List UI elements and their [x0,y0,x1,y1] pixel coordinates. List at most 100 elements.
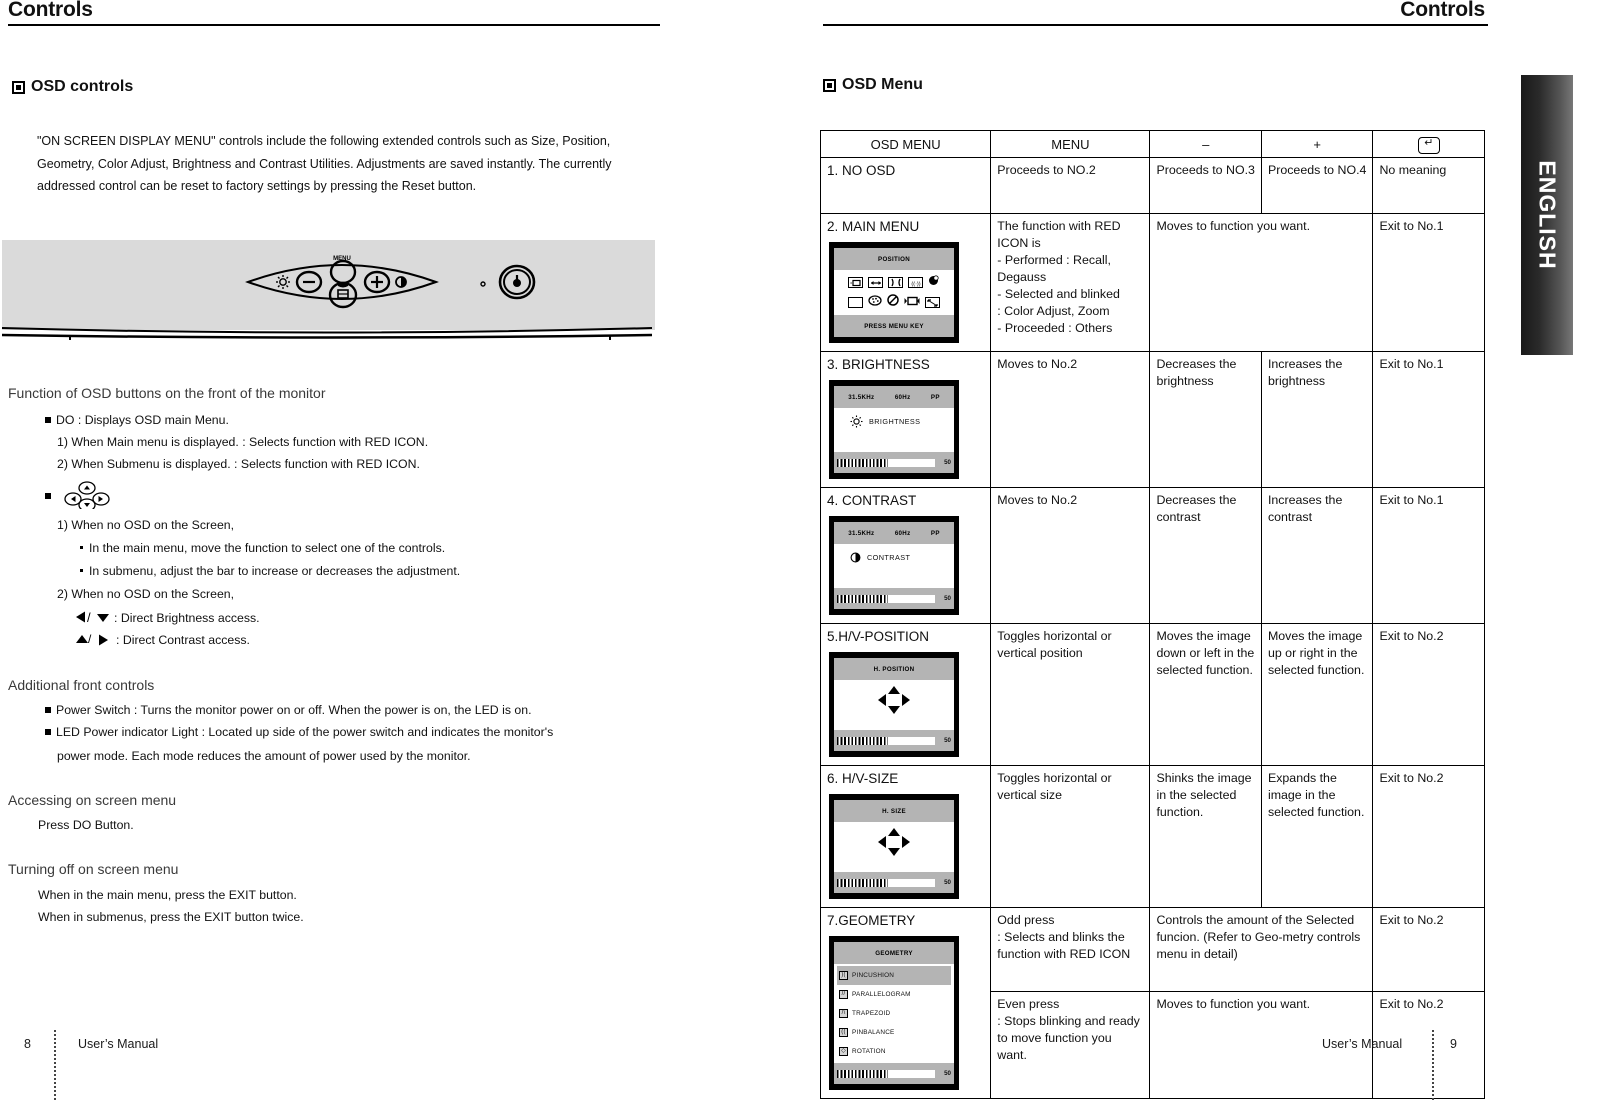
line-direct-brightness: / : Direct Brightness access. [76,609,260,628]
square-bullet-icon [45,493,51,499]
row-label-main-menu: 2. MAIN MENU [827,219,920,234]
osd-slider-fill [837,1069,888,1078]
geometry-list-item: ((PINBALANCE [837,1023,951,1042]
osd-geometry-list: )(PINCUSHION //PARALLELOGRAM /\ TRAPEZOID… [834,964,954,1063]
cell-enter-contrast: Exit to No.1 [1372,487,1485,624]
osd-slider-fill [837,878,888,887]
osd-status-freq-v: 60Hz [894,529,911,537]
line-submenu-adjust: In submenu, adjust the bar to increase o… [80,562,460,581]
language-side-tab: ENGLISH [1521,75,1573,355]
monitor-base-lip [1,327,653,340]
degauss-icon [928,274,940,291]
osd-status-freq-h: 31.5KHz [848,393,875,401]
row-label-brightness: 3. BRIGHTNESS [827,357,930,372]
osd-slider-fill [837,594,888,603]
left-down-arrow-icons: / [76,610,109,625]
osd-screenshot-contrast: 31.5KHz 60Hz PP CONTRAST 50 [829,516,959,615]
cell-minus-no-osd: Proceeds to NO.3 [1149,157,1262,214]
h-size-icon [868,277,883,288]
osd-footer-press-menu-key: PRESS MENU KEY [834,315,954,337]
enter-key-icon: ↵ [1417,137,1440,154]
group-heading-osd-buttons: Function of OSD buttons on the front of … [8,385,326,401]
svg-text:((·)): ((·)) [911,281,920,287]
cell-minus-contrast: Decreases the contrast [1149,487,1262,624]
recall-icon [887,294,899,311]
color-adjust-icon [868,294,882,311]
led-indicator-icon [480,281,486,287]
osd-status-bar-brightness: 31.5KHz 60Hz PP [834,386,954,408]
left-footer-manual-label: User’s Manual [78,1037,159,1051]
osd-slider-contrast: 50 [834,588,954,609]
line-press-do: Press DO Button. [38,818,134,832]
monitor-front-panel-illustration: MENU [2,240,655,330]
osd-slider-track [837,594,935,603]
up-arrow-icon [888,828,900,836]
square-bullet-icon [12,80,25,94]
osd-slider-fill [837,736,888,745]
square-bullet-icon [45,417,51,423]
col-header-menu: MENU [990,130,1151,158]
osd-label-contrast: CONTRAST [867,553,911,562]
row-label-contrast: 4. CONTRAST [827,493,917,508]
col-header-enter: ↵ [1372,130,1485,158]
osd-status-polarity: PP [930,393,940,401]
line-submenu-displayed: 2) When Submenu is displayed. : Selects … [57,457,420,471]
h-position-icon [848,277,863,288]
osd-icon-row-2 [848,294,940,311]
svg-text:/: / [88,632,92,646]
cell-enter-hv-position: Exit to No.2 [1372,623,1485,766]
cell-menu-geometry-odd: Odd press : Selects and blinks the funct… [990,907,1151,992]
osd-slider-geometry: 50 [834,1063,954,1084]
row-label-no-osd: 1. NO OSD [819,157,992,214]
arrow-keypad-icon-block [45,481,114,512]
pinbalance-icon: (( [839,1028,848,1037]
line-exit-main-menu: When in the main menu, press the EXIT bu… [38,888,297,902]
osd-screenshot-hv-position: H. POSITION 50 [829,652,959,757]
parallelogram-icon: // [839,990,848,999]
sun-icon [850,415,863,428]
osd-slider-track [837,878,935,887]
line-direct-contrast: / : Direct Contrast access. [76,631,250,650]
geometry-list-item: ◇ ROTATION [837,1042,951,1061]
osd-arrow-pad [838,827,950,857]
dot-bullet-icon [80,569,83,572]
cell-minus-hv-size: Shinks the image in the selected functio… [1149,765,1262,908]
cell-plus-contrast: Increases the contrast [1260,487,1374,624]
cell-minus-hv-position: Moves the image down or left in the sele… [1149,623,1262,766]
row-label-geometry: 7.GEOMETRY [827,913,916,928]
right-header-rule [823,24,1488,26]
up-right-arrow-icons: / [76,632,108,646]
osd-screenshot-hv-size: H. SIZE 50 [829,794,959,899]
row-label-hv-size: 6. H/V-SIZE [827,771,899,786]
monitor-panel-svg: MENU [245,256,536,309]
row-label-cell-brightness: 3. BRIGHTNESS 31.5KHz 60Hz PP BRIGHTNESS… [819,351,992,488]
svg-text:/: / [87,610,91,624]
square-bullet-icon [45,707,51,713]
col-header-osd-menu: OSD MENU [819,130,992,158]
left-arrow-icon [878,694,886,706]
pincushion-icon [888,277,903,288]
section-title-text: OSD controls [31,78,134,95]
row-label-cell-contrast: 4. CONTRAST 31.5KHz 60Hz PP CONTRAST 50 [819,487,992,624]
plus-icon [363,270,391,294]
osd-menu-section-heading: OSD Menu [823,76,923,94]
cell-minus-plus-geometry-odd: Controls the amount of the Selected func… [1149,907,1374,992]
right-header-title: Controls [1400,0,1485,21]
osd-title-geometry: GEOMETRY [834,942,954,964]
osd-screenshot-geometry: GEOMETRY )(PINCUSHION //PARALLELOGRAM /\… [829,936,959,1090]
osd-icon-row-1: ((·)) [848,274,940,291]
trapezoid-icon: /\ [839,1009,848,1018]
cell-enter-geometry-odd: Exit to No.2 [1372,907,1485,992]
row-label-cell-hv-size: 6. H/V-SIZE H. SIZE 50 [819,765,992,908]
line-do-displays: DO : Displays OSD main Menu. [45,411,229,430]
osd-value-brightness: 50 [944,459,951,466]
pincushion-icon: )( [839,971,848,980]
table-row-geometry-a: 7.GEOMETRY GEOMETRY )(PINCUSHION //PARAL… [819,907,1485,1099]
right-arrow-icon [902,694,910,706]
cell-enter-hv-size: Exit to No.2 [1372,765,1485,908]
cell-menu-contrast: Moves to No.2 [990,487,1151,624]
cell-menu-hv-position: Toggles horizontal or vertical position [990,623,1151,766]
osd-value-hv-position: 50 [944,737,951,744]
osd-status-freq-v: 60Hz [894,393,911,401]
line-power-switch: Power Switch : Turns the monitor power o… [45,701,531,720]
